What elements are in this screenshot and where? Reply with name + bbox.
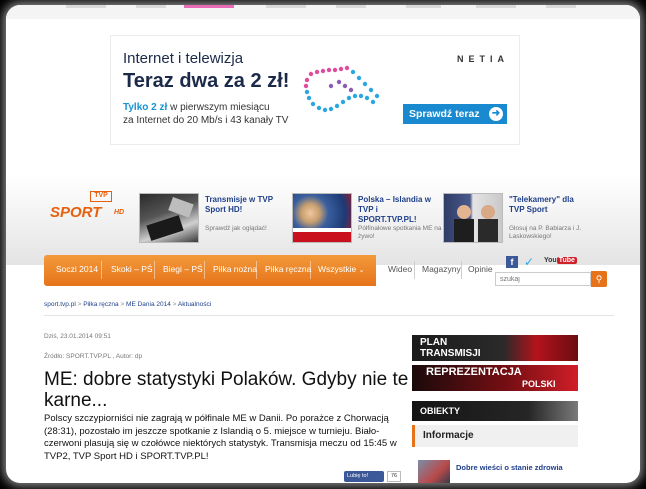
nav-item-biegi[interactable]: Biegi – PŚ: [163, 264, 203, 274]
ad-cta-button[interactable]: Sprawdź teraz ➜: [403, 104, 507, 124]
youtube-you: You: [544, 257, 557, 264]
article-source: Źródło: SPORT.TVP.PL , Autor: dp: [44, 353, 143, 360]
banner-label: OBIEKTY: [420, 406, 461, 416]
promo-thumbnail[interactable]: [443, 193, 503, 243]
logo-hd: HD: [114, 209, 125, 216]
reprezentacja-banner[interactable]: REPREZENTACJA POLSKI: [412, 365, 578, 391]
divider: [44, 315, 614, 316]
info-section-heading: Informacje: [412, 425, 578, 447]
article-date: Dziś, 23.01.2014 09:51: [44, 333, 111, 340]
banner-line1: PLAN: [420, 337, 448, 348]
promo-title[interactable]: Transmisje w TVP Sport HD!: [205, 195, 285, 215]
nav-item-wideo[interactable]: Wideo: [388, 264, 412, 274]
logo-sport: SPORT: [50, 204, 102, 221]
main-nav: Soczi 2014 Skoki – PŚ Biegi – PŚ Piłka n…: [44, 255, 618, 287]
search-icon: ⚲: [595, 274, 603, 284]
nav-item-wszystkie[interactable]: Wszystkie ⌄: [318, 264, 365, 274]
facebook-like-label: Lubię to!: [347, 473, 369, 479]
ad-headline: Teraz dwa za 2 zł!: [123, 70, 290, 92]
chevron-down-icon: ⌄: [358, 267, 365, 274]
ad-offer-rest: w pierwszym miesiącu: [170, 102, 270, 113]
promo-thumbnail[interactable]: [139, 193, 199, 243]
breadcrumb-link[interactable]: Piłka ręczna: [83, 301, 118, 308]
youtube-icon[interactable]: You Tube: [544, 257, 577, 264]
like-count: 76: [387, 471, 401, 482]
banner-line2: POLSKI: [522, 379, 556, 389]
promo-title[interactable]: Polska – Islandia w TVP i SPORT.TVP.PL!: [358, 195, 438, 225]
facebook-like-button[interactable]: Lubię to!: [344, 471, 384, 482]
obiekty-banner[interactable]: OBIEKTY: [412, 401, 578, 421]
breadcrumb: sport.tvp.pl > Piłka ręczna > ME Dania 2…: [44, 301, 212, 308]
search-button[interactable]: ⚲: [591, 271, 607, 287]
ad-line1: Internet i telewizja: [123, 50, 244, 67]
dotted-arrow-cursor-icon: [303, 65, 380, 113]
twitter-icon[interactable]: ✓: [524, 256, 539, 268]
promo-title[interactable]: "Telekamery" dla TVP Sport: [509, 195, 589, 215]
breadcrumb-link[interactable]: sport.tvp.pl: [44, 301, 76, 308]
article-headline: ME: dobre statystyki Polaków. Gdyby nie …: [44, 369, 409, 411]
breadcrumb-link[interactable]: ME Dania 2014: [126, 301, 171, 308]
site-header: TVP SPORT HD Transmisje w TVP Sport HD! …: [6, 175, 640, 265]
ad-brand-logo: NETIA: [457, 54, 509, 64]
facebook-icon[interactable]: f: [506, 256, 518, 268]
top-strip: [6, 5, 640, 19]
nav-item-opinie[interactable]: Opinie: [468, 264, 493, 274]
banner-line2: TRANSMISJI: [420, 348, 481, 359]
banner-line1: REPREZENTACJA: [426, 366, 522, 378]
news-title-link[interactable]: Dobre wieści o stanie zdrowia: [456, 463, 563, 472]
nav-item-soczi[interactable]: Soczi 2014: [56, 264, 98, 274]
promo-desc: Głosuj na P. Babiarza i J. Laskowskiego!: [509, 225, 582, 240]
nav-item-pilka-reczna[interactable]: Piłka ręczna: [265, 264, 311, 274]
logo-tvp: TVP: [90, 191, 112, 202]
news-thumbnail[interactable]: [418, 460, 450, 483]
nav-item-wszystkie-label: Wszystkie: [318, 264, 357, 274]
breadcrumb-link[interactable]: Aktualności: [178, 301, 211, 308]
plan-transmisji-banner[interactable]: PLAN TRANSMISJI: [412, 335, 578, 361]
ad-offer-line2: za Internet do 20 Mb/s i 43 kanały TV: [123, 115, 289, 126]
arrow-right-icon: ➜: [489, 107, 503, 121]
nav-primary: Soczi 2014 Skoki – PŚ Biegi – PŚ Piłka n…: [44, 255, 376, 286]
promo-desc: Półfinałowe spotkania ME na żywo!: [358, 225, 442, 240]
browser-viewport: Internet i telewizja Teraz dwa za 2 zł! …: [6, 5, 640, 483]
article-lead: Polscy szczypiorniści nie zagrają w półf…: [44, 413, 397, 462]
ad-offer: Tylko 2 zł w pierwszym miesiącu za Inter…: [123, 101, 323, 127]
ad-cta-label: Sprawdź teraz: [409, 108, 480, 120]
nav-item-skoki[interactable]: Skoki – PŚ: [111, 264, 153, 274]
promo-thumbnail[interactable]: [292, 193, 352, 243]
tvp-sport-logo[interactable]: TVP SPORT HD: [50, 191, 130, 221]
info-heading-label: Informacje: [423, 430, 474, 441]
youtube-tube: Tube: [556, 257, 577, 264]
nav-item-pilka-nozna[interactable]: Piłka nożna: [213, 264, 257, 274]
ad-offer-highlight: Tylko 2 zł: [123, 102, 168, 113]
ad-banner[interactable]: Internet i telewizja Teraz dwa za 2 zł! …: [110, 35, 520, 145]
nav-item-magazyny[interactable]: Magazyny: [422, 264, 461, 274]
promo-desc: Sprawdź jak oglądać!: [205, 225, 267, 232]
search-input[interactable]: [495, 272, 591, 286]
